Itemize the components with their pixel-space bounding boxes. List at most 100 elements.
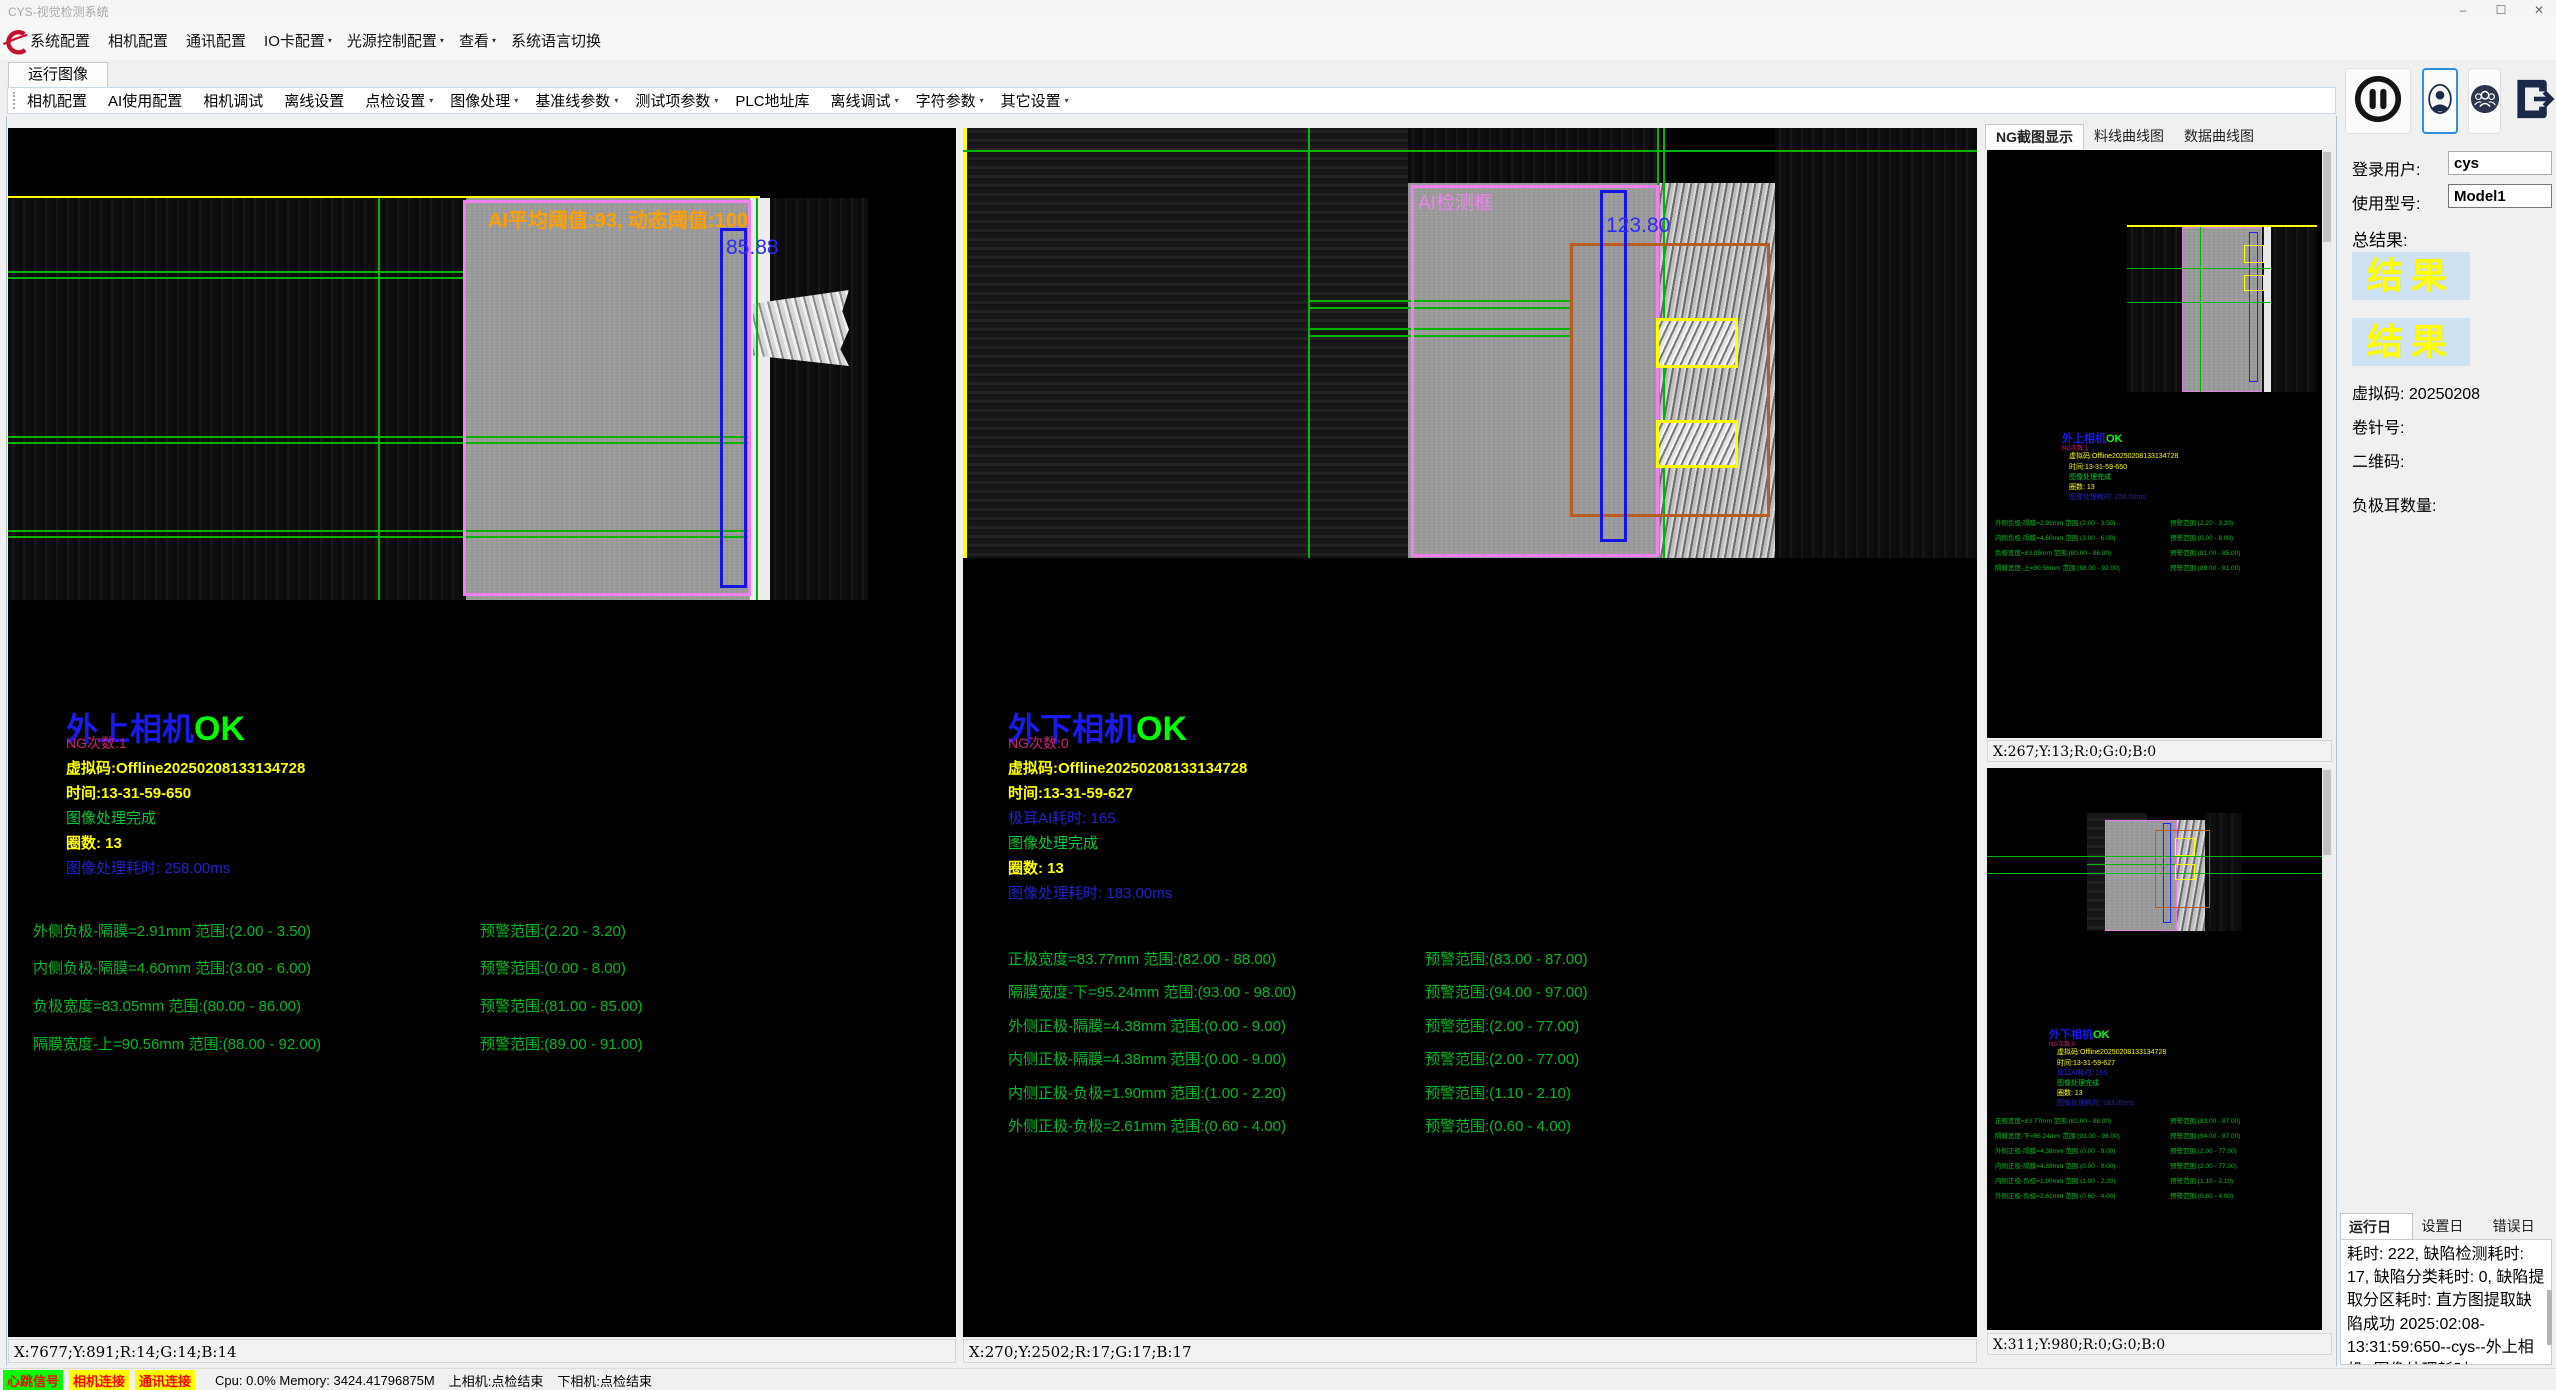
measure-value-label: 85.88	[726, 236, 779, 260]
measure-box-blue	[720, 228, 747, 588]
sidebar-divider	[2336, 116, 2337, 1366]
login-user-label: 登录用户:	[2352, 156, 2420, 180]
measurement-row: 内侧正极-隔膜=4.38mm 范围:(0.00 - 9.00)预警范围:(2.0…	[963, 1048, 1977, 1066]
upper-camera-status: 上相机:点检结束	[449, 1371, 544, 1390]
maximize-button[interactable]: ☐	[2484, 0, 2518, 20]
preview-tab-bar: NG截图显示 料线曲线图 数据曲线图	[1985, 124, 2264, 148]
cpu-memory-text: Cpu: 0.0% Memory: 3424.41796875M	[215, 1373, 435, 1388]
measurement-row: 正极宽度=83.77mm 范围:(82.00 - 88.00)预警范围:(83.…	[963, 948, 1977, 966]
toolbar-item-camera-config[interactable]: 相机配置	[27, 90, 91, 111]
tab-material-curve[interactable]: 料线曲线图	[2084, 124, 2174, 148]
qr-code-label: 二维码:	[2352, 448, 2404, 472]
view-tab-row: 运行图像	[0, 60, 2556, 86]
virtual-code-label: 虚拟码:Offline20250208133134728	[66, 757, 305, 778]
toolbar-item-char-params[interactable]: 字符参数▾	[916, 90, 984, 111]
log-content[interactable]: 耗时: 222, 缺陷检测耗时: 17, 缺陷分类耗时: 0, 缺陷提取分区耗时…	[2340, 1239, 2552, 1365]
mini-time: 时间:13-31-59-650	[2069, 462, 2127, 472]
toolbar-item-other-settings[interactable]: 其它设置▾	[1001, 90, 1069, 111]
toolbar-item-ai-use-config[interactable]: AI使用配置	[108, 90, 186, 111]
result-badge-upper: 结果	[2352, 252, 2470, 300]
ng-preview-lower[interactable]: 外下相机OK NG次数:0 虚拟码:Offline202502081331347…	[1987, 768, 2332, 1330]
chevron-down-icon: ▾	[1065, 96, 1069, 105]
mini-measurement-row: 隔膜宽度-上=90.56mm 范围:(88.00 - 92.00)预警范围:(8…	[1987, 562, 2332, 572]
preview-upper-coords: X:267;Y:13;R:0;G:0;B:0	[1987, 740, 2332, 762]
model-label: 使用型号:	[2352, 190, 2420, 214]
upper-camera-view[interactable]: AI平均阈值:93, 动态阈值:100 85.88 外上相机OK NG次数:1 …	[8, 128, 956, 1337]
process-time-label: 图像处理耗时: 258.00ms	[66, 857, 230, 878]
toolbar-item-baseline-params[interactable]: 基准线参数▾	[535, 90, 618, 111]
login-user-input[interactable]: cys	[2448, 151, 2552, 175]
process-done-label: 图像处理完成	[66, 807, 156, 828]
mini-process-time: 图像处理耗时: 183.00ms	[2057, 1098, 2134, 1108]
process-time-label: 图像处理耗时: 183.00ms	[1008, 882, 1172, 903]
mini-process-done: 图像处理完成	[2057, 1078, 2099, 1088]
pause-button[interactable]	[2345, 68, 2411, 134]
toolbar-item-test-item-params[interactable]: 测试项参数▾	[635, 90, 718, 111]
mini-measurement-row: 内侧负极-隔膜=4.60mm 范围:(3.00 - 6.00)预警范围:(0.0…	[1987, 532, 2332, 542]
toolbar-item-offline-settings[interactable]: 离线设置	[284, 90, 348, 111]
tab-run-log[interactable]: 运行日志	[2340, 1213, 2413, 1240]
mini-measurement-row: 内侧正极-负极=1.90mm 范围:(1.00 - 2.20)预警范围:(1.1…	[1987, 1175, 2332, 1185]
ng-preview-upper[interactable]: 外上相机OK NG次数:1 虚拟码:Offline202502081331347…	[1987, 150, 2332, 738]
toolbar-item-image-processing[interactable]: 图像处理▾	[450, 90, 518, 111]
menu-item-system-config[interactable]: 系统配置	[30, 30, 93, 51]
chevron-down-icon: ▾	[980, 96, 984, 105]
ng-count-label: NG次数:1	[66, 733, 127, 753]
menu-item-light-control-config[interactable]: 光源控制配置▾	[347, 30, 444, 51]
loop-count-label: 圈数: 13	[1008, 857, 1064, 878]
toolbar-item-spot-check-settings[interactable]: 点检设置▾	[365, 90, 433, 111]
mini-ai-time: 极耳AI耗时: 165	[2057, 1068, 2107, 1078]
measurement-row: 隔膜宽度-上=90.56mm 范围:(88.00 - 92.00)预警范围:(8…	[8, 1033, 956, 1051]
tab-run-image[interactable]: 运行图像	[8, 62, 108, 87]
menu-item-io-card-config[interactable]: IO卡配置▾	[264, 30, 332, 51]
pause-icon	[2351, 72, 2405, 131]
ai-threshold-label: AI平均阈值:93, 动态阈值:100	[488, 204, 748, 233]
loop-count-label: 圈数: 13	[66, 832, 122, 853]
mini-process-done: 图像处理完成	[2069, 472, 2111, 482]
close-button[interactable]: ✕	[2522, 0, 2556, 20]
tab-settings-log[interactable]: 设置日志	[2413, 1213, 2484, 1239]
ai-detection-box-label: AI检测框	[1418, 188, 1493, 215]
toolbar-item-plc-address-lib[interactable]: PLC地址库	[735, 90, 813, 111]
toolbar-item-camera-debug[interactable]: 相机调试	[203, 90, 267, 111]
virtual-code-field: 虚拟码: 20250208	[2352, 380, 2480, 404]
tab-detection-box-yellow	[1656, 420, 1738, 468]
tab-ng-screenshot[interactable]: NG截图显示	[1985, 124, 2084, 149]
user-group-button[interactable]	[2468, 68, 2501, 134]
measure-value-label: 123.80	[1606, 214, 1670, 238]
menu-item-camera-config[interactable]: 相机配置	[108, 30, 171, 51]
negative-tab-count-label: 负极耳数量:	[2352, 492, 2436, 516]
preview-lower-scrollbar[interactable]	[2322, 768, 2332, 1330]
menu-item-comm-config[interactable]: 通讯配置	[186, 30, 249, 51]
user-button[interactable]	[2422, 68, 2458, 134]
model-input[interactable]: Model1	[2448, 184, 2552, 208]
tab-data-curve[interactable]: 数据曲线图	[2174, 124, 2264, 148]
window-title: CYS-视觉检测系统	[8, 3, 109, 20]
toolbar-grip-handle[interactable]	[13, 92, 19, 109]
menu-item-view[interactable]: 查看▾	[459, 30, 496, 51]
ai-time-label: 极耳AI耗时: 165	[1008, 807, 1116, 828]
lower-camera-view[interactable]: AI检测框 123.80 外下相机OK NG次数:0 虚拟码:Offline20…	[963, 128, 1977, 1337]
measure-box-blue	[1600, 190, 1627, 542]
user-icon	[2427, 79, 2453, 124]
menu-item-language-switch[interactable]: 系统语言切换	[511, 30, 604, 51]
minimize-button[interactable]: –	[2446, 0, 2480, 20]
mini-measurement-row: 外侧正极-隔膜=4.38mm 范围:(0.00 - 9.00)预警范围:(2.0…	[1987, 1145, 2332, 1155]
virtual-code-label: 虚拟码:Offline20250208133134728	[1008, 757, 1247, 778]
mini-measurement-row: 外侧负极-隔膜=2.91mm 范围:(2.00 - 3.50)预警范围:(2.2…	[1987, 517, 2332, 527]
process-done-label: 图像处理完成	[1008, 832, 1098, 853]
film-detection-box-violet	[463, 200, 751, 596]
chevron-down-icon: ▾	[440, 36, 444, 45]
toolbar-item-offline-debug[interactable]: 离线调试▾	[831, 90, 899, 111]
preview-lower-coords: X:311;Y:980;R:0;G:0;B:0	[1987, 1333, 2332, 1355]
tab-error-log[interactable]: 错误日志	[2485, 1213, 2556, 1239]
status-bar: 心跳信号 相机连接 通讯连接 Cpu: 0.0% Memory: 3424.41…	[0, 1368, 2556, 1390]
log-scrollbar[interactable]	[2547, 1290, 2552, 1345]
measurement-row: 外侧正极-隔膜=4.38mm 范围:(0.00 - 9.00)预警范围:(2.0…	[963, 1015, 1977, 1033]
reel-needle-label: 卷针号:	[2352, 414, 2404, 438]
measurement-row: 外侧正极-负极=2.61mm 范围:(0.60 - 4.00)预警范围:(0.6…	[963, 1115, 1977, 1133]
menu-bar: 系统配置 相机配置 通讯配置 IO卡配置▾ 光源控制配置▾ 查看▾ 系统语言切换	[0, 20, 2556, 60]
preview-upper-scrollbar[interactable]	[2322, 150, 2332, 738]
exit-button[interactable]	[2511, 68, 2556, 134]
chevron-down-icon: ▾	[492, 36, 496, 45]
